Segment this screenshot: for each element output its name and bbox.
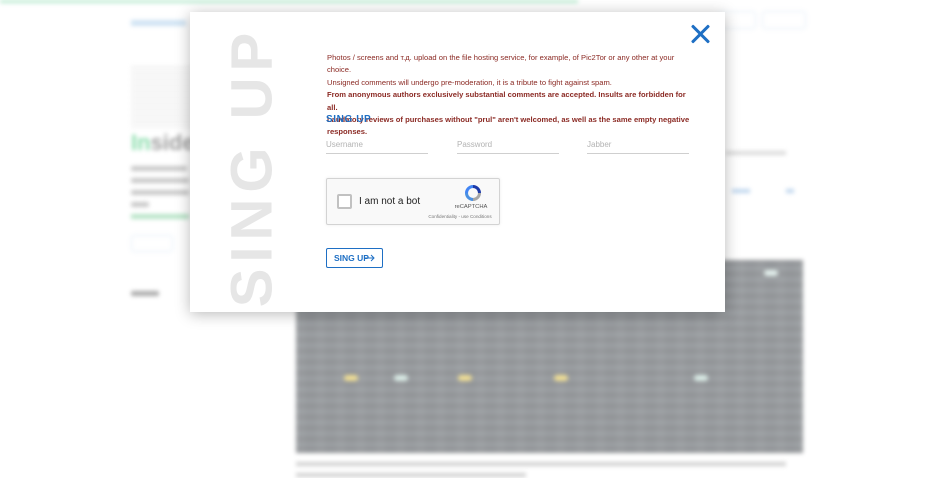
text-line	[131, 166, 187, 171]
notice-text: Photos / screens and т.д. upload on the …	[327, 52, 697, 139]
modal-vertical-title: SING UP	[219, 26, 285, 308]
signup-submit-button[interactable]: SING UP	[326, 248, 383, 268]
text-line	[131, 202, 149, 207]
text-line	[131, 178, 189, 183]
header-button	[762, 11, 806, 29]
photo-light	[764, 270, 778, 276]
submit-label: SING UP	[334, 253, 369, 263]
text-line	[732, 189, 750, 193]
breadcrumb	[131, 20, 186, 26]
notice-line: From anonymous authors exclusively subst…	[327, 90, 686, 112]
notice-line: Unsigned comments will undergo pre-moder…	[327, 77, 612, 87]
text-line	[726, 151, 786, 155]
caption-line	[296, 462, 786, 466]
reading-progress-bar	[0, 0, 578, 3]
photo-light	[394, 375, 408, 381]
notice-line: Photos / screens and т.д. upload on the …	[327, 53, 675, 75]
photo-light	[554, 375, 568, 381]
text-link	[131, 214, 189, 219]
photo-light	[344, 375, 358, 381]
recaptcha-links[interactable]: Confidentiality - use Conditions	[421, 214, 499, 219]
text-line	[786, 189, 794, 193]
recaptcha-logo-icon	[465, 185, 481, 201]
recaptcha-checkbox[interactable]	[337, 194, 352, 209]
recaptcha-brand: reCAPTCHA	[454, 204, 488, 210]
close-icon[interactable]	[688, 22, 712, 46]
photo-light	[694, 375, 708, 381]
jabber-input[interactable]	[587, 136, 689, 154]
recaptcha-widget: I am not a bot reCAPTCHA Confidentiality…	[326, 178, 500, 225]
signup-modal: SING UP Photos / screens and т.д. upload…	[190, 12, 725, 312]
text-line	[131, 190, 189, 195]
caption-line	[296, 473, 526, 477]
photo-light	[458, 375, 472, 381]
sidebar-button	[131, 235, 173, 252]
form-title: SING UP	[326, 114, 372, 125]
password-input[interactable]	[457, 136, 559, 154]
followers-label	[131, 291, 159, 296]
username-input[interactable]	[326, 136, 428, 154]
arrow-right-icon	[365, 254, 375, 262]
site-logo-text: Inside	[131, 130, 195, 155]
site-logo-image	[131, 66, 199, 128]
recaptcha-label: I am not a bot	[359, 196, 421, 207]
